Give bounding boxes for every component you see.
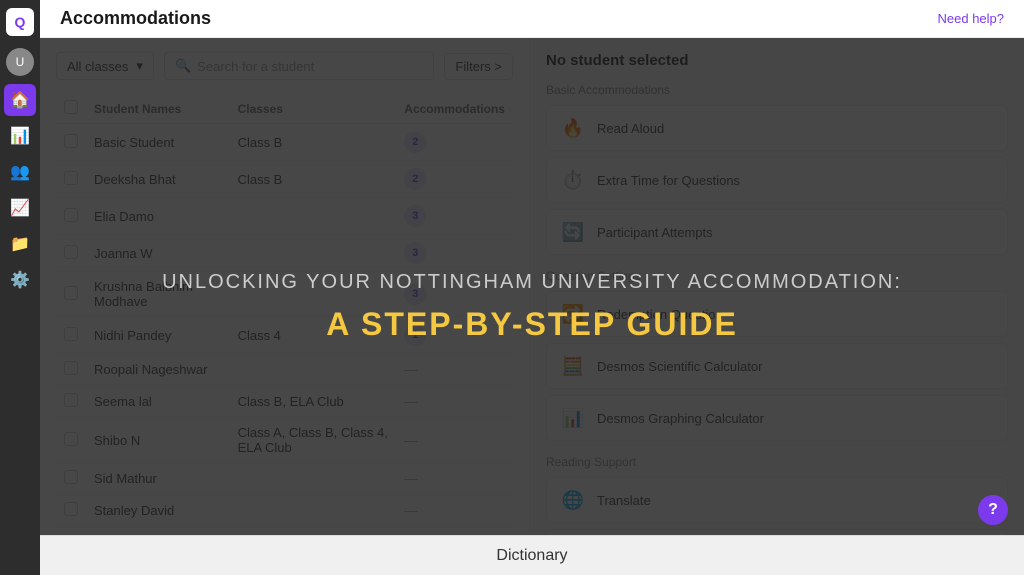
overlay: Unlocking Your Nottingham University Acc…: [40, 38, 1024, 575]
dictionary-label: Dictionary: [496, 547, 567, 565]
need-help-link[interactable]: Need help?: [938, 11, 1005, 26]
sidebar-icon-folder[interactable]: 📁: [4, 228, 36, 260]
sidebar: Q U 🏠 📊 👥 📈 📁 ⚙️: [0, 0, 40, 575]
app-logo[interactable]: Q: [6, 8, 34, 36]
overlay-subtitle: Unlocking Your Nottingham University Acc…: [162, 271, 902, 294]
sidebar-icon-chart[interactable]: 📈: [4, 192, 36, 224]
sidebar-icon-settings[interactable]: ⚙️: [4, 264, 36, 296]
overlay-title: A Step-by-Step Guide: [326, 306, 738, 343]
sidebar-icon-users[interactable]: 👥: [4, 156, 36, 188]
sidebar-icon-stats[interactable]: 📊: [4, 120, 36, 152]
help-button[interactable]: ?: [978, 495, 1008, 525]
sidebar-icon-home[interactable]: 🏠: [4, 84, 36, 116]
header: Accommodations Need help?: [40, 0, 1024, 38]
bottom-bar: Dictionary: [40, 535, 1024, 575]
user-avatar[interactable]: U: [6, 48, 34, 76]
page-title: Accommodations: [60, 8, 211, 29]
